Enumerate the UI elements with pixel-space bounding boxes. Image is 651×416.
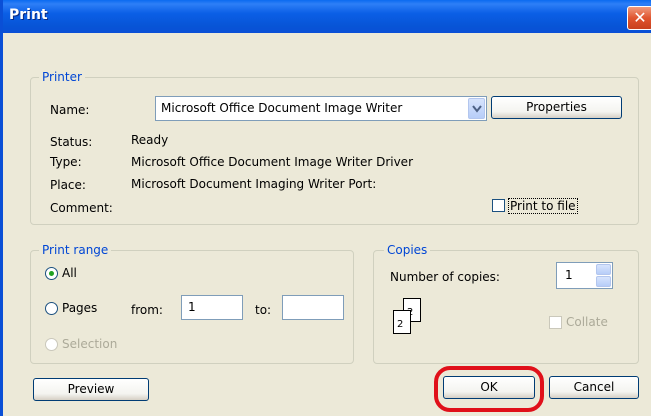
spin-up-icon[interactable]	[596, 264, 611, 275]
collate-pages-icon: 2 2	[390, 298, 426, 338]
cancel-button[interactable]: Cancel	[549, 376, 639, 399]
place-value: Microsoft Document Imaging Writer Port:	[131, 177, 377, 191]
copies-legend: Copies	[384, 243, 431, 257]
number-of-copies-value: 1	[565, 268, 573, 282]
print-to-file-label[interactable]: Print to file	[508, 198, 578, 214]
selection-label: Selection	[62, 337, 118, 351]
spin-down-icon[interactable]	[596, 276, 611, 287]
status-label: Status:	[50, 135, 93, 149]
from-value: 1	[188, 300, 196, 314]
number-of-copies-label: Number of copies:	[390, 270, 500, 284]
window-title: Print	[9, 7, 48, 23]
status-value: Ready	[131, 133, 169, 147]
comment-label: Comment:	[50, 201, 113, 215]
print-to-file-checkbox[interactable]	[492, 199, 505, 212]
title-bar[interactable]: Print ✕	[3, 0, 651, 33]
type-value: Microsoft Office Document Image Writer D…	[131, 155, 413, 169]
selection-radio[interactable]	[45, 338, 58, 351]
page-front-icon: 2	[393, 310, 411, 334]
printer-name-select[interactable]: Microsoft Office Document Image Writer	[155, 96, 487, 121]
from-label: from:	[131, 303, 163, 317]
print-range-legend: Print range	[39, 243, 112, 257]
properties-button[interactable]: Properties	[491, 96, 622, 119]
type-label: Type:	[50, 155, 82, 169]
place-label: Place:	[50, 178, 86, 192]
printer-legend: Printer	[39, 70, 85, 84]
printer-name-value: Microsoft Office Document Image Writer	[161, 101, 403, 115]
to-label: to:	[255, 303, 272, 317]
to-input[interactable]	[282, 295, 344, 320]
pages-radio[interactable]	[45, 302, 58, 315]
collate-label: Collate	[566, 315, 608, 329]
all-radio[interactable]	[45, 267, 58, 280]
preview-button[interactable]: Preview	[33, 378, 149, 401]
ok-highlight-circle	[434, 366, 544, 412]
from-input[interactable]: 1	[181, 295, 243, 320]
close-icon[interactable]: ✕	[627, 6, 651, 30]
printer-name-label: Name:	[50, 103, 90, 117]
number-of-copies-spinner[interactable]: 1	[556, 262, 613, 289]
pages-label[interactable]: Pages	[62, 301, 97, 315]
chevron-down-icon[interactable]	[468, 98, 485, 119]
radio-selected-dot	[49, 271, 54, 276]
collate-checkbox[interactable]	[549, 316, 562, 329]
all-label[interactable]: All	[62, 266, 77, 280]
